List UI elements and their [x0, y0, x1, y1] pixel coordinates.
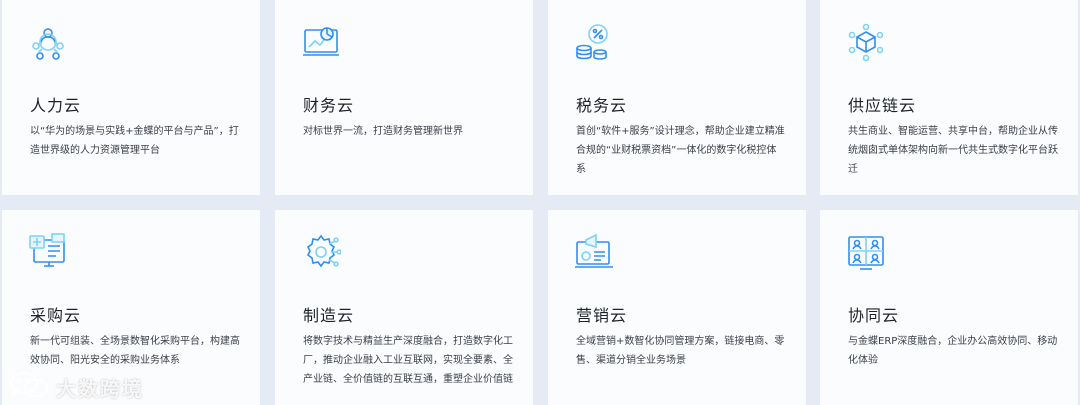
card-description: 首创“软件+服务”设计理念，帮助企业建立精准合规的“业财税票资档”一体化的数字化…: [576, 126, 785, 175]
card-marketing-cloud[interactable]: 营销云 全域营销+数智化协同管理方案，链接电商、零售、渠道分销全业务场景: [548, 210, 806, 405]
card-description: 共生商业、智能运营、共享中台，帮助企业从传统烟囱式单体架构向新一代共生式数字化平…: [848, 126, 1058, 175]
card-tax-cloud[interactable]: 税务云 首创“软件+服务”设计理念，帮助企业建立精准合规的“业财税票资档”一体化…: [548, 0, 806, 195]
watermark-text: 大数跨境: [56, 377, 144, 401]
card-title: 采购云: [30, 306, 82, 325]
card-description: 新一代可组装、全场景数智化采购平台，构建高效协同、阳光安全的采购业务体系: [30, 336, 240, 366]
card-description: 以“华为的场景与实践+金蝶的平台与产品”，打造世界级的人力资源管理平台: [30, 126, 239, 156]
watermark: 大数跨境: [8, 370, 144, 405]
card-title: 供应链云: [848, 96, 917, 115]
people-network-icon: [28, 22, 68, 62]
card-manufacturing-cloud[interactable]: 制造云 将数字技术与精益生产深度融合，打造数字化工厂，推动企业融入工业互联网，实…: [275, 210, 533, 405]
procurement-screen-icon: [28, 232, 68, 272]
card-hr-cloud[interactable]: 人力云 以“华为的场景与实践+金蝶的平台与产品”，打造世界级的人力资源管理平台: [2, 0, 260, 195]
card-collaboration-cloud[interactable]: 协同云 与金蝶ERP深度融合，企业办公高效协同、移动化体验: [820, 210, 1078, 405]
tax-coins-icon: [574, 22, 614, 62]
card-title: 营销云: [576, 306, 628, 325]
card-title: 人力云: [30, 96, 82, 115]
card-description: 对标世界一流，打造财务管理新世界: [303, 126, 463, 137]
manufacturing-gear-icon: [301, 232, 341, 272]
card-title: 协同云: [848, 306, 900, 325]
card-title: 财务云: [303, 96, 355, 115]
card-title: 税务云: [576, 96, 628, 115]
card-description: 全域营销+数智化协同管理方案，链接电商、零售、渠道分销全业务场景: [576, 336, 785, 366]
card-description: 将数字技术与精益生产深度融合，打造数字化工厂，推动企业融入工业互联网，实现全要素…: [303, 336, 513, 385]
collaboration-video-icon: [846, 232, 886, 272]
card-description: 与金蝶ERP深度融合，企业办公高效协同、移动化体验: [848, 336, 1058, 366]
supply-chain-cube-icon: [846, 22, 886, 62]
card-finance-cloud[interactable]: 财务云 对标世界一流，打造财务管理新世界: [275, 0, 533, 195]
wechat-logo-icon: [8, 370, 50, 405]
card-supply-chain-cloud[interactable]: 供应链云 共生商业、智能运营、共享中台，帮助企业从传统烟囱式单体架构向新一代共生…: [820, 0, 1078, 195]
marketing-megaphone-icon: [574, 232, 614, 272]
card-title: 制造云: [303, 306, 355, 325]
finance-chart-icon: [301, 22, 341, 62]
